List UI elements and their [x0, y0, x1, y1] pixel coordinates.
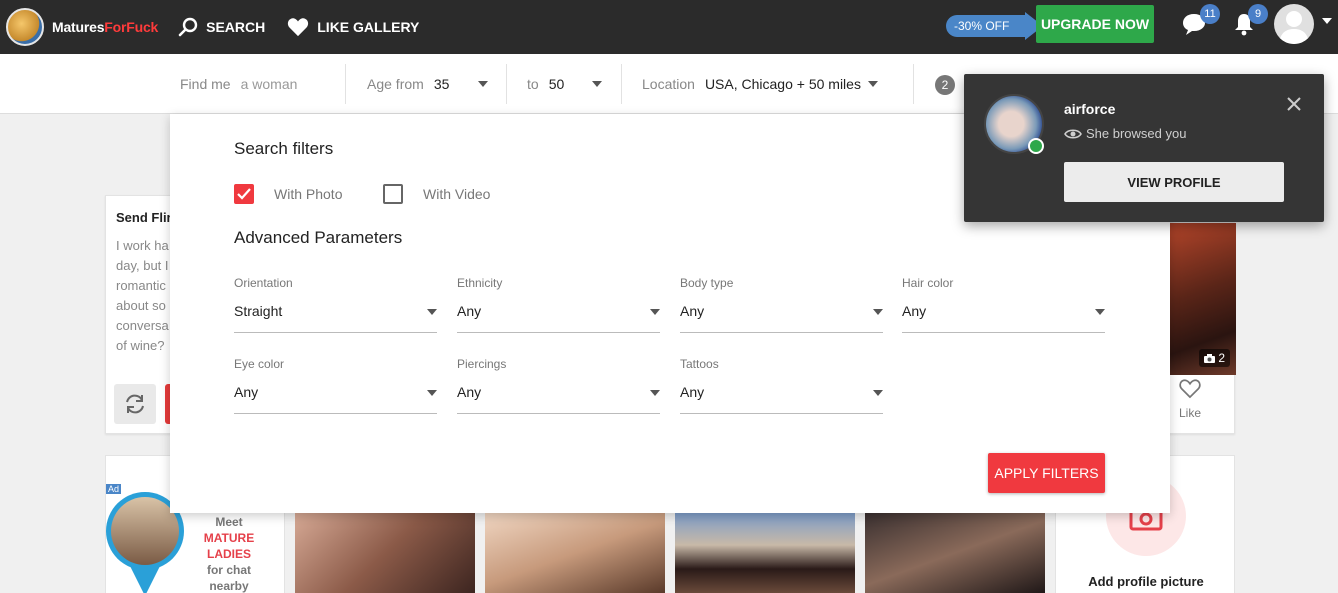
filters-title: Search filters	[234, 139, 334, 158]
find-me-select[interactable]: Find me a woman	[180, 64, 346, 104]
eye-icon	[1064, 128, 1082, 139]
orientation-select[interactable]: Orientation Straight	[234, 276, 437, 336]
notifications-button[interactable]: 9	[1230, 4, 1268, 38]
tattoos-select[interactable]: Tattoos Any	[680, 357, 883, 417]
add-picture-label: Add profile picture	[1088, 574, 1204, 589]
age-to-select[interactable]: to 50	[527, 64, 622, 104]
chevron-down-icon	[427, 309, 437, 315]
with-photo-label: With Photo	[274, 186, 343, 202]
view-profile-button[interactable]: VIEW PROFILE	[1064, 162, 1284, 202]
chevron-down-icon	[873, 309, 883, 315]
notification-username[interactable]: airforce	[1064, 101, 1115, 117]
chevron-down-icon	[650, 390, 660, 396]
location-value: USA, Chicago + 50 miles	[704, 76, 861, 92]
nav-search[interactable]: SEARCH	[178, 17, 265, 37]
hair-color-select[interactable]: Hair color Any	[902, 276, 1105, 336]
heart-icon	[288, 18, 309, 37]
apply-filters-button[interactable]: APPLY FILTERS	[988, 453, 1105, 493]
send-flirt-title: Send Flir	[116, 210, 172, 225]
notification-popup: airforce She browsed you VIEW PROFILE	[964, 74, 1324, 222]
ad-text: Meet MATURE LADIES for chat nearby	[203, 515, 255, 593]
notifications-count-badge: 9	[1248, 4, 1268, 24]
eye-color-select[interactable]: Eye color Any	[234, 357, 437, 417]
close-icon[interactable]	[1284, 94, 1304, 114]
discount-badge: -30% OFF	[946, 15, 1018, 37]
location-label: Location	[642, 76, 695, 92]
flirt-message: I work ha day, but I romantic about so c…	[116, 238, 169, 353]
find-me-value: a woman	[240, 76, 298, 92]
notification-message: She browsed you	[1064, 126, 1186, 141]
age-from-label: Age from	[367, 76, 424, 92]
ad-tag: Ad	[106, 484, 122, 494]
with-photo-checkbox[interactable]: With Photo	[234, 184, 342, 204]
age-from-value: 35	[433, 76, 450, 92]
messages-count-badge: 11	[1200, 4, 1220, 24]
chevron-down-icon	[868, 81, 878, 87]
profile-photo[interactable]: 2	[1169, 223, 1236, 375]
promo-arrow-body	[1017, 15, 1026, 37]
logo-icon	[6, 8, 44, 46]
chevron-down-icon	[592, 81, 602, 87]
chevron-down-icon	[873, 390, 883, 396]
find-me-label: Find me	[180, 76, 231, 92]
user-silhouette-icon	[1279, 11, 1309, 44]
with-video-checkbox[interactable]: With Video	[383, 184, 490, 204]
like-button[interactable]: Like	[1172, 378, 1208, 420]
checkbox-checked-icon	[234, 184, 254, 204]
gallery-photo[interactable]	[295, 513, 475, 593]
like-label: Like	[1178, 406, 1201, 420]
location-select[interactable]: Location USA, Chicago + 50 miles	[642, 64, 914, 104]
gallery-photo[interactable]	[865, 513, 1045, 593]
camera-icon	[1204, 353, 1216, 363]
filter-count-badge[interactable]: 2	[935, 75, 955, 95]
chevron-down-icon	[427, 390, 437, 396]
chevron-down-icon	[478, 81, 488, 87]
logo-text: MaturesForFuck	[52, 19, 159, 35]
photo-count-badge: 2	[1199, 349, 1230, 367]
heart-outline-icon	[1179, 379, 1201, 399]
gallery-photo[interactable]	[485, 513, 665, 593]
with-video-label: With Video	[423, 186, 491, 202]
online-status-icon	[1028, 138, 1044, 154]
gallery-photo[interactable]	[675, 513, 855, 593]
age-to-value: 50	[548, 76, 565, 92]
age-to-label: to	[527, 76, 539, 92]
refresh-icon	[126, 394, 144, 414]
site-logo[interactable]: MaturesForFuck	[6, 8, 158, 46]
chevron-down-icon	[650, 309, 660, 315]
chevron-down-icon	[1095, 309, 1105, 315]
piercings-select[interactable]: Piercings Any	[457, 357, 660, 417]
checkbox-empty-icon	[383, 184, 403, 204]
user-avatar[interactable]	[1274, 4, 1314, 44]
refresh-button[interactable]	[114, 384, 156, 424]
advanced-parameters-title: Advanced Parameters	[234, 228, 403, 247]
search-icon	[178, 17, 198, 37]
nav-search-label: SEARCH	[206, 19, 266, 35]
user-menu-caret-icon[interactable]	[1322, 18, 1332, 24]
ethnicity-select[interactable]: Ethnicity Any	[457, 276, 660, 336]
nav-gallery-label: LIKE GALLERY	[317, 19, 420, 35]
nav-like-gallery[interactable]: LIKE GALLERY	[287, 17, 419, 37]
upgrade-button[interactable]: UPGRADE NOW	[1036, 5, 1154, 43]
discount-promo[interactable]: -30% OFF	[946, 12, 1044, 40]
age-from-select[interactable]: Age from 35	[367, 64, 507, 104]
body-type-select[interactable]: Body type Any	[680, 276, 883, 336]
messages-button[interactable]: 11	[1180, 4, 1220, 38]
